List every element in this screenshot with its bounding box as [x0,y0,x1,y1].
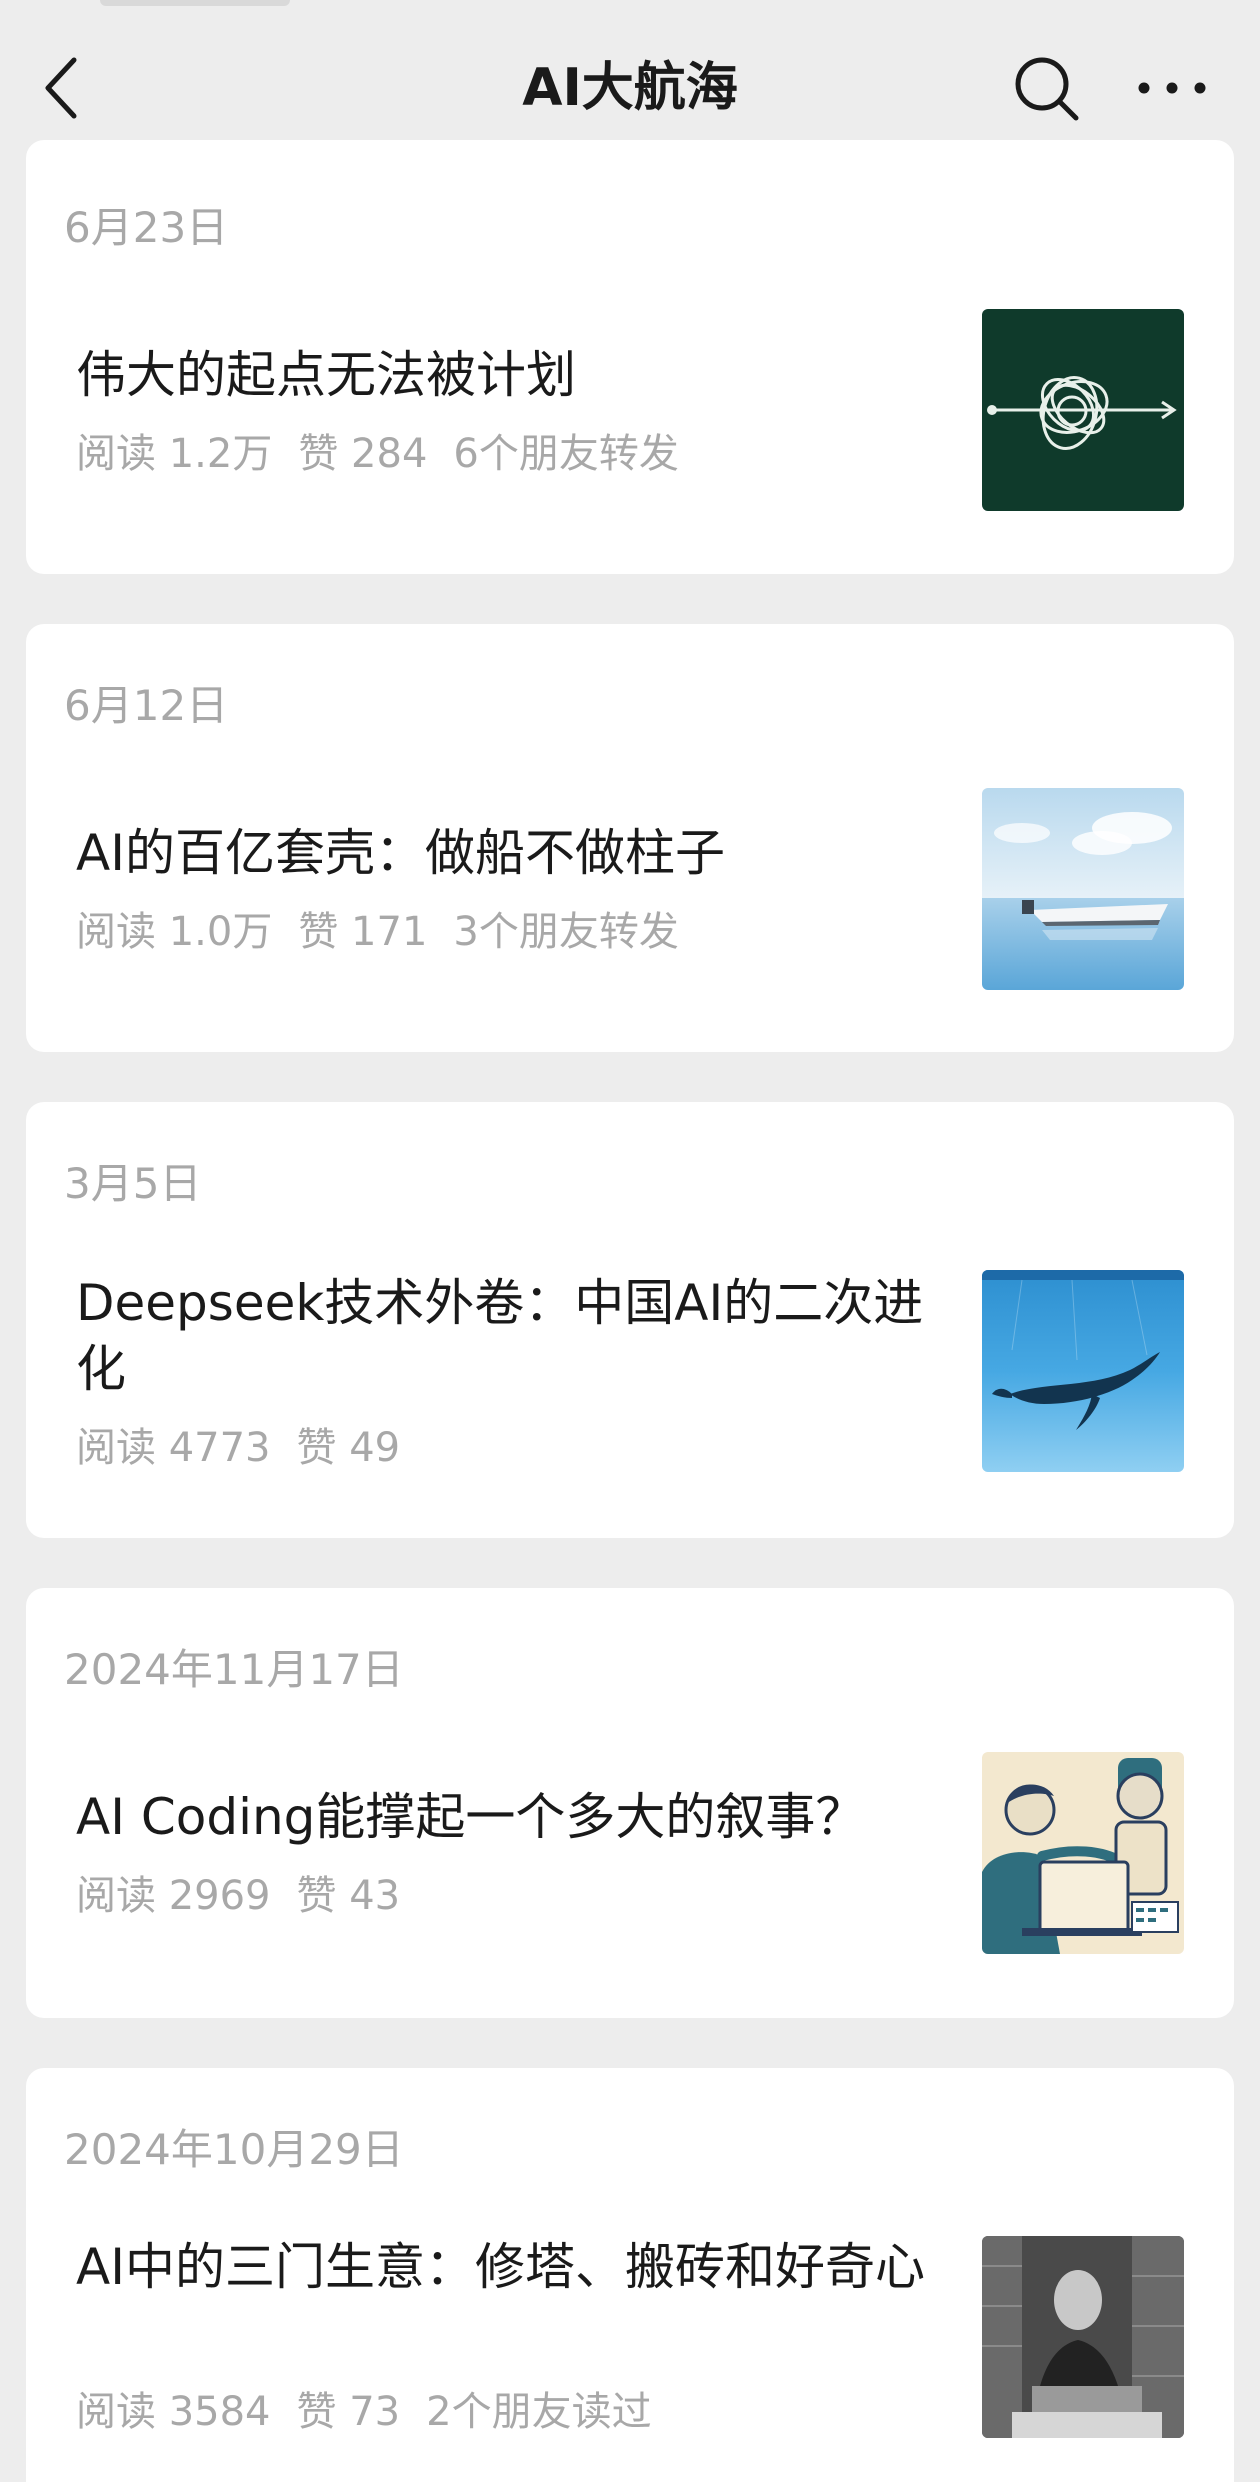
search-icon [1015,57,1079,121]
like-count: 赞 73 [296,2389,401,2435]
read-count: 阅读 3584 [76,2389,271,2435]
read-count: 阅读 1.2万 [76,431,273,477]
article-date: 6月12日 [64,681,229,730]
craftsman-photo-thumbnail[interactable] [982,2236,1184,2438]
article-date: 2024年11月17日 [64,1645,404,1694]
friend-activity: 2个朋友读过 [426,2389,652,2435]
article-card[interactable]: 2024年11月17日 AI Coding能撑起一个多大的叙事？ 阅读 2969… [26,1588,1234,2018]
like-count: 赞 171 [298,909,428,955]
more-dots-icon [1138,82,1206,94]
article-title[interactable]: 伟大的起点无法被计划 [76,342,956,408]
more-button[interactable] [1130,52,1214,124]
article-card[interactable]: 3月5日 Deepseek技术外卷：中国AI的二次进化 阅读 4773 赞 49 [26,1102,1234,1538]
article-meta: 阅读 3584 赞 73 2个朋友读过 [76,2386,678,2438]
status-indicator [100,0,290,6]
article-title[interactable]: AI Coding能撑起一个多大的叙事？ [76,1784,956,1850]
back-chevron-icon [45,57,77,119]
tangled-line-thumbnail[interactable] [982,309,1184,511]
article-meta: 阅读 2969 赞 43 [76,1870,426,1922]
article-title[interactable]: AI的百亿套壳：做船不做柱子 [76,820,956,886]
article-title[interactable]: AI中的三门生意：修塔、搬砖和好奇心 [76,2234,956,2300]
back-button[interactable] [36,52,96,124]
article-card[interactable]: 2024年10月29日 AI中的三门生意：修塔、搬砖和好奇心 阅读 3584 赞 … [26,2068,1234,2482]
like-count: 赞 284 [298,431,428,477]
page-title: AI大航海 [522,58,738,118]
friend-activity: 6个朋友转发 [453,431,679,477]
like-count: 赞 49 [296,1425,401,1471]
read-count: 阅读 4773 [76,1425,271,1471]
article-title[interactable]: Deepseek技术外卷：中国AI的二次进化 [76,1270,956,1402]
search-button[interactable] [1010,52,1082,124]
friend-activity: 3个朋友转发 [453,909,679,955]
article-date: 2024年10月29日 [64,2125,404,2174]
article-meta: 阅读 1.2万赞 284 6个朋友转发 [76,428,705,480]
article-meta: 阅读 1.0万赞 171 3个朋友转发 [76,906,705,958]
article-meta: 阅读 4773 赞 49 [76,1422,426,1474]
article-card[interactable]: 6月12日 AI的百亿套壳：做船不做柱子 阅读 1.0万赞 171 3个朋友转发 [26,624,1234,1052]
article-date: 3月5日 [64,1159,202,1208]
read-count: 阅读 1.0万 [76,909,273,955]
whale-underwater-thumbnail[interactable] [982,1270,1184,1472]
article-card[interactable]: 6月23日 伟大的起点无法被计划 阅读 1.2万赞 284 6个朋友转发 [26,140,1234,574]
person-and-robot-thumbnail[interactable] [982,1752,1184,1954]
read-count: 阅读 2969 [76,1873,271,1919]
like-count: 赞 43 [296,1873,401,1919]
boat-on-sea-thumbnail[interactable] [982,788,1184,990]
article-date: 6月23日 [64,203,229,252]
